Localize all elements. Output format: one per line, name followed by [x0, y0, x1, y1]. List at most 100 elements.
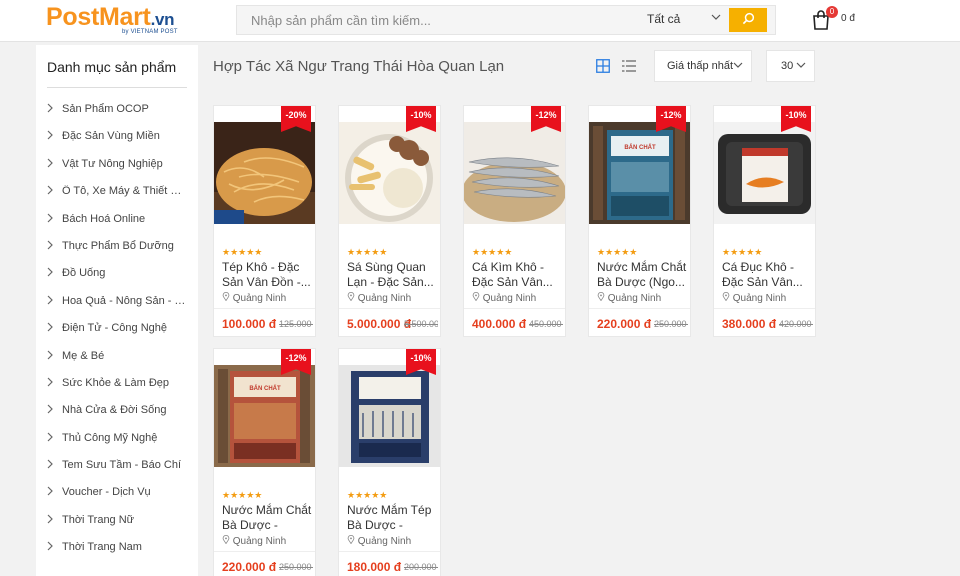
sort-select[interactable]: Giá thấp nhất	[654, 50, 752, 82]
star-icon: ★★★★★	[347, 490, 388, 500]
product-name[interactable]: Nước Mắm Chắt Bà Dược - Hộp...	[222, 503, 312, 533]
sidebar-category-label: Hoa Quả - Nông Sản - T...	[62, 294, 188, 307]
chevron-right-icon	[46, 295, 54, 308]
product-location-label: Quảng Ninh	[357, 293, 412, 304]
search-input[interactable]	[237, 6, 627, 34]
sidebar-category-item[interactable]: Tem Sưu Tầm - Báo Chí	[36, 457, 198, 484]
sidebar-category-item[interactable]: Ô Tô, Xe Máy & Thiết Bị ...	[36, 183, 198, 210]
product-card[interactable]: -10% ★★★★★ Sá Sùng Quan Lạn - Đặc Sản... Q…	[338, 105, 441, 337]
sidebar-category-label: Điện Tử - Công Nghệ	[62, 322, 167, 335]
chevron-down-icon	[796, 60, 806, 73]
product-name[interactable]: Nước Mắm Chắt Bà Dược (Ngo...	[597, 260, 687, 290]
postmart-logo[interactable]: PostMart.vn by VIETNAM POST	[46, 3, 206, 37]
product-image[interactable]: BẢN CHẤT	[589, 122, 690, 224]
product-location: Quảng Ninh	[472, 292, 536, 304]
chevron-right-icon	[46, 130, 54, 143]
search-category-label: Tất cả	[647, 12, 681, 26]
sidebar-category-item[interactable]: Sức Khỏe & Làm Đẹp	[36, 375, 198, 402]
per-page-select[interactable]: 30	[766, 50, 815, 82]
sidebar-category-item[interactable]: Thực Phẩm Bổ Dưỡng	[36, 238, 198, 265]
card-divider	[214, 308, 315, 309]
sidebar-category-item[interactable]: Voucher - Dịch Vụ	[36, 484, 198, 511]
product-old-price: 200.000 đ	[404, 562, 438, 572]
product-old-price: 125.000 đ	[279, 319, 313, 329]
search-button[interactable]	[729, 8, 767, 32]
product-location: Quảng Ninh	[222, 292, 286, 304]
sidebar-category-item[interactable]: Thủ Công Mỹ Nghệ	[36, 430, 198, 457]
sidebar-category-item[interactable]: Đặc Sản Vùng Miền	[36, 128, 198, 155]
card-divider	[339, 308, 440, 309]
product-image[interactable]: BẢN CHẤT	[214, 365, 315, 467]
product-name[interactable]: Cá Đục Khô - Đặc Sản Vân...	[722, 260, 812, 290]
sidebar-category-item[interactable]: Thời Trang Nữ	[36, 512, 198, 539]
cart-count-badge: 0	[826, 6, 838, 18]
product-location-label: Quảng Ninh	[607, 293, 662, 304]
product-location-label: Quảng Ninh	[232, 536, 287, 547]
sort-select-label: Giá thấp nhất	[667, 60, 734, 72]
sidebar-category-label: Ô Tô, Xe Máy & Thiết Bị ...	[62, 185, 188, 198]
sidebar-category-label: Bách Hoá Online	[62, 212, 146, 225]
product-name[interactable]: Tép Khô - Đặc Sản Vân Đồn -...	[222, 260, 312, 290]
product-card[interactable]: -12% BẢN CHẤT ★★★★★ Nước Mắm Chắt Bà Dược (…	[588, 105, 691, 337]
product-price: 100.000 đ	[222, 317, 277, 331]
product-image[interactable]	[339, 122, 440, 224]
cart-total: 0 đ	[841, 13, 855, 24]
sidebar-category-item[interactable]: Hoa Quả - Nông Sản - T...	[36, 293, 198, 320]
per-page-label: 30	[781, 60, 794, 72]
sidebar-category-item[interactable]: Đồ Uống	[36, 265, 198, 292]
card-divider	[214, 551, 315, 552]
rating-stars: ★★★★★	[597, 247, 637, 258]
product-image[interactable]	[464, 122, 565, 224]
product-location: Quảng Ninh	[597, 292, 661, 304]
search-category-select[interactable]: Tất cả	[647, 12, 727, 26]
chevron-right-icon	[46, 240, 54, 253]
svg-text:BẢN CHẤT: BẢN CHẤT	[624, 144, 656, 151]
chevron-down-icon	[711, 12, 721, 25]
sidebar-category-item[interactable]: Điện Tử - Công Nghệ	[36, 320, 198, 347]
product-card[interactable]: -10%★★★★★Nước Mắm Tép Bà Dược - Hộp... Q…	[338, 348, 441, 576]
sidebar-category-item[interactable]: Vật Tư Nông Nghiệp	[36, 156, 198, 183]
star-icon: ★★★★★	[597, 247, 638, 257]
product-name[interactable]: Cá Kìm Khô - Đặc Sản Vân...	[472, 260, 562, 290]
chevron-right-icon	[46, 103, 54, 116]
location-pin-icon	[222, 535, 230, 547]
sidebar-category-item[interactable]: Thời Trang Nam	[36, 539, 198, 566]
sidebar-category-item[interactable]: Bách Hoá Online	[36, 211, 198, 238]
sidebar-category-label: Sức Khỏe & Làm Đẹp	[62, 376, 170, 389]
star-icon: ★★★★★	[222, 247, 263, 257]
location-pin-icon	[347, 535, 355, 547]
product-card[interactable]: -10% ★★★★★ Cá Đục Khô - Đặc Sản Vân... Quả…	[713, 105, 816, 337]
sidebar-category-label: Nhà Cửa & Đời Sống	[62, 404, 167, 417]
sidebar-category-item[interactable]: Nhà Cửa & Đời Sống	[36, 402, 198, 429]
sidebar-category-item[interactable]: Mẹ & Bé	[36, 348, 198, 375]
product-old-price: 250.000 đ	[279, 562, 313, 572]
product-location: Quảng Ninh	[722, 292, 786, 304]
product-card[interactable]: -12% ★★★★★ Cá Kìm Khô - Đặc Sản Vân... Quả…	[463, 105, 566, 337]
product-image[interactable]	[214, 122, 315, 224]
rating-stars: ★★★★★	[347, 247, 387, 258]
rating-stars: ★★★★★	[472, 247, 512, 258]
grid-view-icon[interactable]	[596, 59, 610, 73]
product-location: Quảng Ninh	[347, 292, 411, 304]
product-card[interactable]: -12% BẢN CHẤT ★★★★★ Nước Mắm Chắt Bà Dược -…	[213, 348, 316, 576]
sidebar-category-item[interactable]: Sản Phẩm OCOP	[36, 101, 198, 128]
product-price: 380.000 đ	[722, 317, 777, 331]
product-image[interactable]	[714, 122, 815, 224]
svg-text:BẢN CHẤT: BẢN CHẤT	[249, 385, 281, 392]
product-name[interactable]: Nước Mắm Tép Bà Dược - Hộp...	[347, 503, 437, 533]
rating-stars: ★★★★★	[347, 490, 387, 501]
chevron-right-icon	[46, 514, 54, 527]
sidebar-category-label: Voucher - Dịch Vụ	[62, 486, 151, 499]
product-card[interactable]: -20% ★★★★★ Tép Khô - Đặc Sản Vân Đồn -... …	[213, 105, 316, 337]
product-image[interactable]	[339, 365, 440, 467]
product-old-price: 5.500.000 đ	[404, 319, 438, 329]
rating-stars: ★★★★★	[722, 247, 762, 258]
chevron-right-icon	[46, 350, 54, 363]
list-view-icon[interactable]	[622, 59, 636, 73]
product-name[interactable]: Sá Sùng Quan Lạn - Đặc Sản...	[347, 260, 437, 290]
cart-button[interactable]: 0 0 đ	[810, 6, 870, 34]
chevron-down-icon	[733, 60, 743, 73]
chevron-right-icon	[46, 486, 54, 499]
product-location: Quảng Ninh	[222, 535, 286, 547]
product-price: 220.000 đ	[222, 560, 277, 574]
